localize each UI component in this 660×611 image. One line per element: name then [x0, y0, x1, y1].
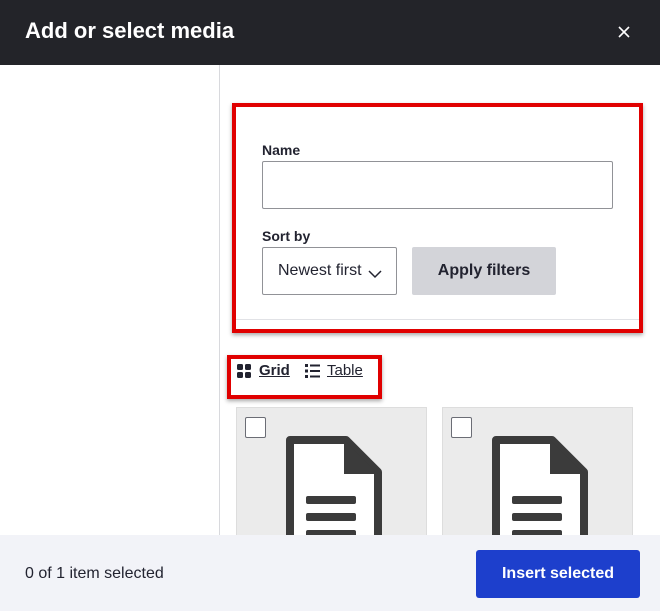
name-label: Name	[262, 142, 301, 158]
media-type-sidebar	[0, 65, 220, 535]
chevron-down-icon	[368, 266, 382, 284]
close-icon[interactable]	[610, 18, 638, 46]
sort-by-select[interactable]: Newest first	[262, 247, 397, 295]
document-icon	[282, 436, 382, 535]
sort-by-label: Sort by	[262, 228, 311, 244]
media-library-pane: Name Sort by Newest first Apply filters	[221, 65, 660, 535]
table-view-label: Table	[327, 362, 363, 379]
list-icon	[305, 364, 320, 383]
sort-by-value: Newest first	[278, 262, 362, 279]
selection-count: 0 of 1 item selected	[25, 565, 164, 582]
grid-icon	[237, 364, 252, 383]
document-icon	[488, 436, 588, 535]
media-dialog: Add or select media Name Sort by Newest …	[0, 0, 660, 611]
insert-selected-button[interactable]: Insert selected	[476, 550, 640, 598]
name-input[interactable]	[262, 161, 613, 209]
grid-view-label: Grid	[259, 362, 290, 379]
media-item-checkbox[interactable]	[245, 417, 266, 438]
dialog-header: Add or select media	[0, 0, 660, 65]
dialog-footer: 0 of 1 item selected Insert selected	[0, 535, 660, 611]
dialog-title: Add or select media	[25, 18, 235, 43]
media-item-checkbox[interactable]	[451, 417, 472, 438]
apply-filters-button[interactable]: Apply filters	[412, 247, 556, 295]
media-item[interactable]	[236, 407, 427, 535]
media-item[interactable]	[442, 407, 633, 535]
